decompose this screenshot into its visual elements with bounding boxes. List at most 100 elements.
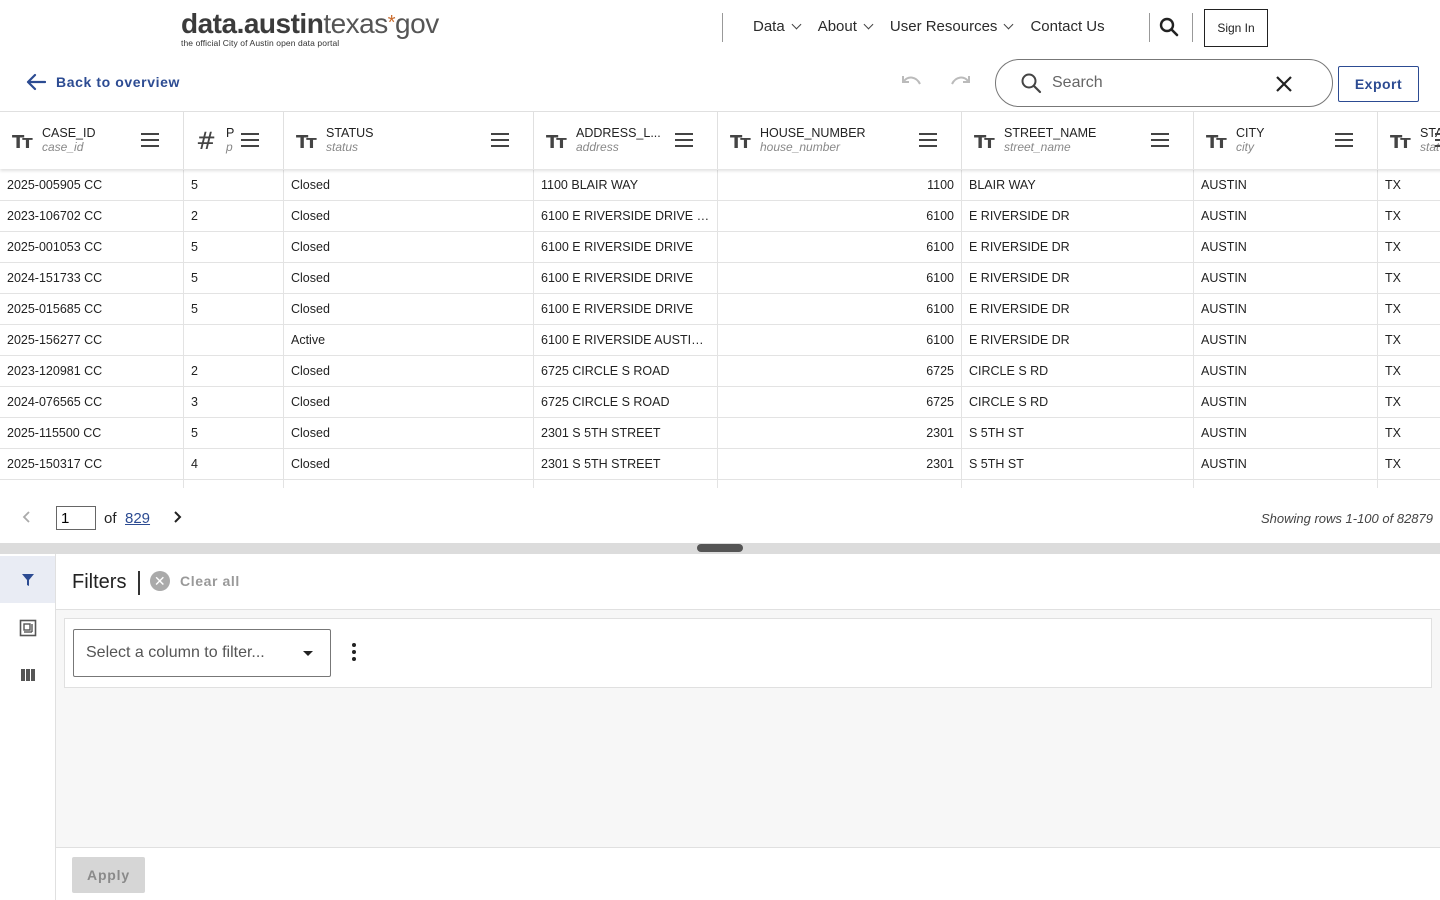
table-cell[interactable]: 6100 E RIVERSIDE DRIVE: [534, 263, 718, 293]
table-cell[interactable]: 6725: [718, 356, 962, 386]
table-cell[interactable]: AUSTIN: [1194, 356, 1378, 386]
table-cell[interactable]: Closed: [284, 263, 534, 293]
table-cell[interactable]: [184, 480, 284, 488]
table-cell[interactable]: 1100: [718, 170, 962, 200]
table-cell[interactable]: 3: [184, 387, 284, 417]
column-header-house_number[interactable]: Tт HOUSE_NUMBER house_number: [718, 112, 962, 169]
table-cell[interactable]: Closed: [284, 418, 534, 448]
nav-about[interactable]: About: [818, 18, 874, 35]
column-menu-icon[interactable]: [141, 133, 159, 147]
panel-splitter[interactable]: [0, 543, 1440, 554]
table-cell[interactable]: 6100: [718, 232, 962, 262]
table-cell[interactable]: TX: [1378, 387, 1440, 417]
column-header-case_id[interactable]: Tт CASE_ID case_id: [0, 112, 184, 169]
table-cell[interactable]: CIRCLE S RD: [962, 387, 1194, 417]
table-row[interactable]: 2023-106702 CC 2 Closed 6100 E RIVERSIDE DR…: [0, 201, 1440, 232]
table-cell[interactable]: 2025-015685 CC: [0, 294, 184, 324]
table-cell[interactable]: AUSTIN: [1194, 232, 1378, 262]
table-row[interactable]: [0, 480, 1440, 488]
table-cell[interactable]: S 5TH ST: [962, 418, 1194, 448]
table-cell[interactable]: 2023-120981 CC: [0, 356, 184, 386]
table-cell[interactable]: [284, 480, 534, 488]
table-cell[interactable]: 6100: [718, 263, 962, 293]
table-cell[interactable]: TX: [1378, 201, 1440, 231]
table-cell[interactable]: AUSTIN: [1194, 170, 1378, 200]
table-cell[interactable]: [1194, 480, 1378, 488]
table-row[interactable]: 2025-015685 CC 5 Closed 6100 E RIVERSIDE DR…: [0, 294, 1440, 325]
table-cell[interactable]: 5: [184, 294, 284, 324]
column-header-p[interactable]: # Pp: [184, 112, 284, 169]
table-cell[interactable]: 5: [184, 232, 284, 262]
column-menu-icon[interactable]: [1435, 133, 1440, 147]
table-cell[interactable]: 2: [184, 356, 284, 386]
undo-icon[interactable]: [900, 72, 924, 94]
column-menu-icon[interactable]: [675, 133, 693, 147]
table-row[interactable]: 2025-156277 CC Active 6100 E RIVERSIDE AUS…: [0, 325, 1440, 356]
table-cell[interactable]: [0, 480, 184, 488]
column-filter-select[interactable]: Select a column to filter...: [73, 629, 331, 677]
column-menu-icon[interactable]: [1335, 133, 1353, 147]
table-cell[interactable]: TX: [1378, 263, 1440, 293]
table-cell[interactable]: [534, 480, 718, 488]
table-cell[interactable]: [718, 480, 962, 488]
table-cell[interactable]: AUSTIN: [1194, 263, 1378, 293]
table-cell[interactable]: TX: [1378, 356, 1440, 386]
table-cell[interactable]: [962, 480, 1194, 488]
column-header-city[interactable]: Tт CITY city: [1194, 112, 1378, 169]
table-cell[interactable]: AUSTIN: [1194, 294, 1378, 324]
table-cell[interactable]: E RIVERSIDE DR: [962, 325, 1194, 355]
table-cell[interactable]: 5: [184, 170, 284, 200]
page-number-input[interactable]: [56, 506, 96, 530]
total-pages-link[interactable]: 829: [125, 510, 150, 527]
table-cell[interactable]: E RIVERSIDE DR: [962, 232, 1194, 262]
column-header-address[interactable]: Tт ADDRESS_L... address: [534, 112, 718, 169]
filter-tab[interactable]: [0, 556, 55, 603]
table-cell[interactable]: 2023-106702 CC: [0, 201, 184, 231]
sign-in-button[interactable]: Sign In: [1204, 9, 1268, 47]
table-cell[interactable]: 2301: [718, 449, 962, 479]
table-cell[interactable]: AUSTIN: [1194, 449, 1378, 479]
site-logo[interactable]: data.austintexas*gov the official City o…: [181, 8, 439, 49]
table-cell[interactable]: Closed: [284, 387, 534, 417]
table-cell[interactable]: S 5TH ST: [962, 449, 1194, 479]
table-row[interactable]: 2023-120981 CC 2 Closed 6725 CIRCLE S ROAD 6…: [0, 356, 1440, 387]
table-cell[interactable]: 1100 BLAIR WAY: [534, 170, 718, 200]
table-cell[interactable]: AUSTIN: [1194, 418, 1378, 448]
column-header-street_name[interactable]: Tт STREET_NAME street_name: [962, 112, 1194, 169]
table-cell[interactable]: 6100: [718, 325, 962, 355]
table-cell[interactable]: 6725: [718, 387, 962, 417]
table-cell[interactable]: AUSTIN: [1194, 387, 1378, 417]
table-cell[interactable]: 6100: [718, 201, 962, 231]
table-row[interactable]: 2025-001053 CC 5 Closed 6100 E RIVERSIDE DR…: [0, 232, 1440, 263]
table-cell[interactable]: 2301: [718, 418, 962, 448]
table-cell[interactable]: TX: [1378, 418, 1440, 448]
table-cell[interactable]: 5: [184, 263, 284, 293]
table-cell[interactable]: 5: [184, 418, 284, 448]
table-cell[interactable]: CIRCLE S RD: [962, 356, 1194, 386]
column-header-stat[interactable]: TтSTAstat: [1378, 112, 1440, 169]
clear-all-button[interactable]: ✕ Clear all: [150, 571, 240, 591]
table-cell[interactable]: TX: [1378, 325, 1440, 355]
table-row[interactable]: 2024-076565 CC 3 Closed 6725 CIRCLE S ROAD 6…: [0, 387, 1440, 418]
table-cell[interactable]: AUSTIN: [1194, 325, 1378, 355]
table-cell[interactable]: Closed: [284, 170, 534, 200]
drag-handle[interactable]: [697, 544, 743, 552]
search-input[interactable]: [1052, 74, 1262, 92]
table-cell[interactable]: Closed: [284, 232, 534, 262]
apply-button[interactable]: Apply: [72, 857, 145, 893]
table-cell[interactable]: 6100 E RIVERSIDE DRIVE: [534, 294, 718, 324]
table-cell[interactable]: 2025-115500 CC: [0, 418, 184, 448]
table-cell[interactable]: 2024-076565 CC: [0, 387, 184, 417]
table-cell[interactable]: TX: [1378, 232, 1440, 262]
table-cell[interactable]: E RIVERSIDE DR: [962, 294, 1194, 324]
table-cell[interactable]: TX: [1378, 170, 1440, 200]
back-to-overview-link[interactable]: Back to overview: [26, 73, 180, 91]
column-menu-icon[interactable]: [1151, 133, 1169, 147]
table-row[interactable]: 2024-151733 CC 5 Closed 6100 E RIVERSIDE DR…: [0, 263, 1440, 294]
table-cell[interactable]: Closed: [284, 449, 534, 479]
table-row[interactable]: 2025-115500 CC 5 Closed 2301 S 5TH STREET 23…: [0, 418, 1440, 449]
table-cell[interactable]: 4: [184, 449, 284, 479]
table-row[interactable]: 2025-005905 CC 5 Closed 1100 BLAIR WAY 1100 B…: [0, 170, 1440, 201]
table-cell[interactable]: 2025-001053 CC: [0, 232, 184, 262]
more-options-icon[interactable]: [352, 643, 358, 663]
